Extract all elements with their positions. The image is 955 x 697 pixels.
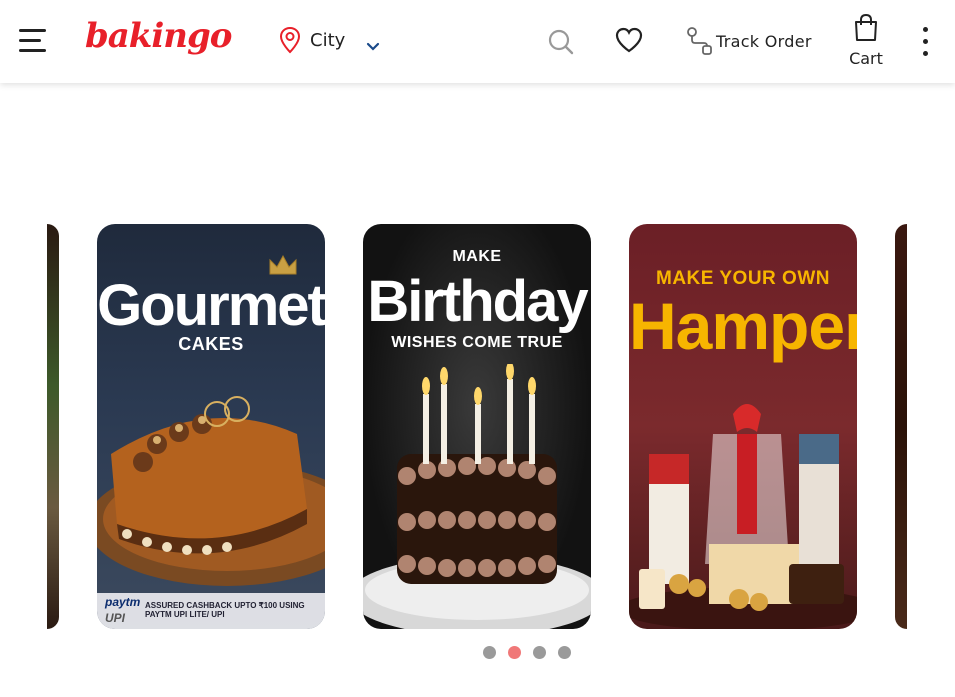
banner-subtitle: WISHES COME TRUE [391, 334, 563, 351]
heart-icon[interactable] [615, 27, 643, 53]
carousel-dot-2-active[interactable] [508, 646, 521, 659]
banner-title: Hamper [629, 289, 857, 363]
banner-hamper[interactable]: MAKE YOUR OWN Hamper [629, 224, 857, 629]
carousel-dot-4[interactable] [558, 646, 571, 659]
hamburger-icon[interactable] [19, 29, 46, 53]
banner-pre-title: MAKE YOUR OWN [656, 268, 830, 289]
carousel-dot-1[interactable] [483, 646, 496, 659]
track-route-icon [687, 27, 712, 55]
cake-illustration [97, 396, 325, 586]
upi-logo: UPI [105, 611, 126, 625]
banner-gourmet-cakes[interactable]: Gourmet CAKES paytm UPI ASSURED CASHBACK… [97, 224, 325, 629]
city-label[interactable]: City [310, 30, 345, 51]
location-pin-icon [279, 26, 301, 54]
top-header: bakingo City Track Order Cart [0, 0, 955, 83]
banner-pre-title: MAKE [452, 248, 502, 265]
cart-button[interactable]: Cart [843, 13, 889, 68]
banner-title: Birthday [367, 269, 588, 334]
banner-partial-right[interactable] [895, 224, 907, 629]
search-icon[interactable] [547, 28, 575, 56]
bakingo-logo[interactable]: bakingo [85, 16, 232, 56]
banner-subtitle: CAKES [178, 334, 244, 354]
carousel-dot-3[interactable] [533, 646, 546, 659]
shopping-bag-icon [855, 13, 877, 41]
birthday-cake-illustration [363, 364, 591, 629]
hamper-illustration [629, 404, 857, 629]
banner-title: Gourmet [97, 273, 325, 338]
chevron-down-icon[interactable] [366, 42, 380, 52]
banner-partial-left[interactable] [47, 224, 59, 629]
cart-label[interactable]: Cart [843, 49, 889, 68]
more-vertical-icon[interactable] [921, 27, 929, 57]
track-order-link[interactable]: Track Order [686, 26, 812, 56]
track-order-label[interactable]: Track Order [716, 32, 812, 51]
city-selector[interactable]: City [278, 26, 345, 54]
banner-birthday[interactable]: MAKE Birthday WISHES COME TRUE [363, 224, 591, 629]
paytm-logo: paytm [105, 595, 141, 609]
cashback-offer-text: ASSURED CASHBACK UPTO ₹100 USING PAYTM U… [145, 601, 305, 619]
carousel-pagination [483, 646, 571, 659]
